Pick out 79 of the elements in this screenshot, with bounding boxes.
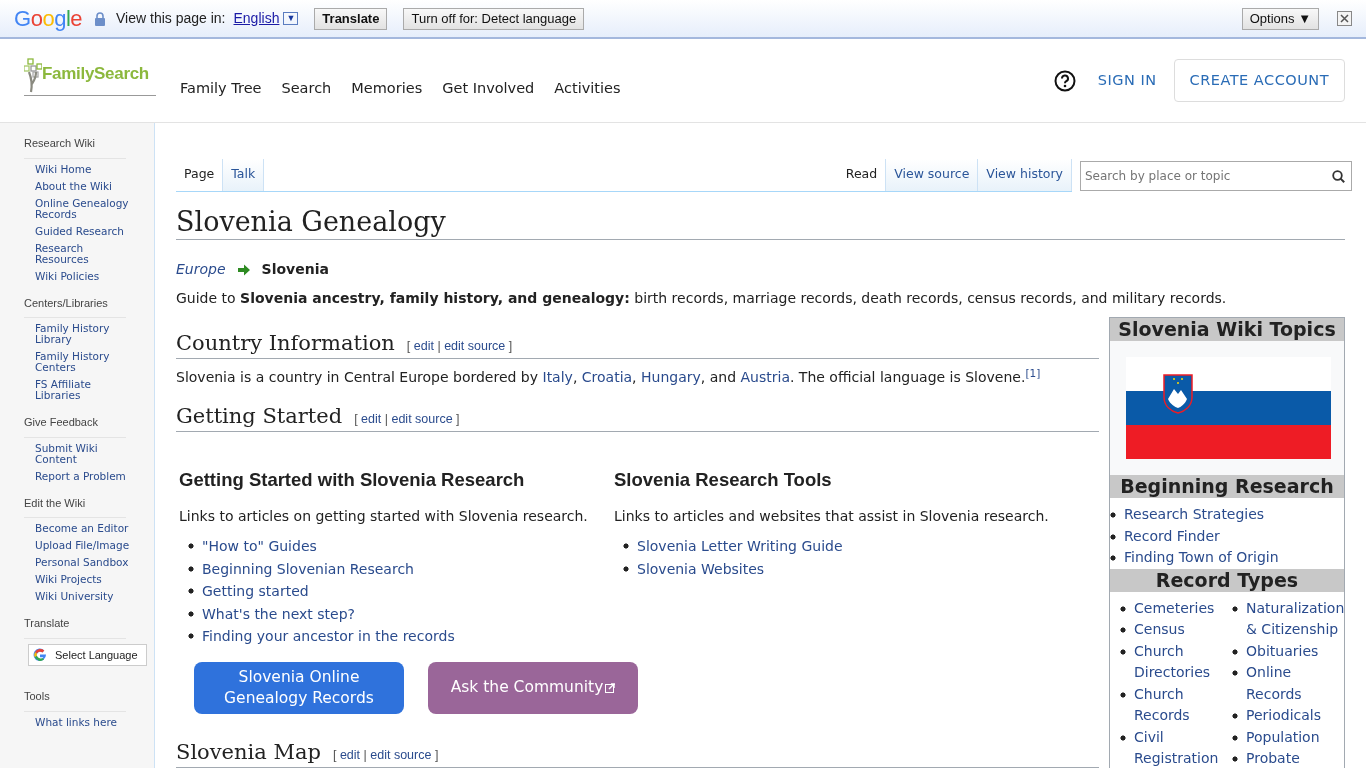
sidebar-link[interactable]: What links here — [35, 716, 133, 728]
edit-link[interactable]: edit source — [370, 747, 432, 762]
edit-link[interactable]: edit source — [444, 339, 506, 354]
nav-link[interactable]: Memories — [351, 77, 423, 100]
page-tab[interactable]: View source — [886, 159, 979, 191]
google-logo: Google — [14, 5, 82, 33]
sidebar-link[interactable]: FS Affiliate Libraries — [35, 379, 133, 401]
nav-link[interactable]: Activities — [554, 77, 621, 100]
column-heading: Getting Started with Slovenia Research — [179, 468, 526, 493]
text-link[interactable]: Croatia — [581, 369, 633, 386]
sidebar-link[interactable]: Wiki Home — [35, 163, 133, 175]
sidebar-heading: Translate — [24, 615, 126, 639]
nav-link[interactable]: Get Involved — [442, 77, 535, 100]
sidebar-link[interactable]: Family History Library — [35, 323, 133, 345]
search-field[interactable]: Search by place or topic — [1080, 161, 1352, 191]
sidebar-link[interactable]: Research Resources — [35, 242, 133, 265]
create-account-button[interactable]: CREATE ACCOUNT — [1173, 58, 1345, 103]
sidebar-link[interactable]: Wiki Policies — [35, 270, 133, 282]
search-icon[interactable] — [1332, 170, 1345, 183]
reference-link[interactable]: [1] — [1025, 367, 1041, 380]
infobox-heading: Record Types — [1110, 568, 1344, 592]
edit-link[interactable]: edit — [361, 412, 382, 427]
edit-links: [ edit | edit source ] — [406, 338, 513, 356]
text-link[interactable]: Italy — [542, 369, 573, 386]
arrow-icon — [237, 263, 250, 276]
sidebar-heading: Centers/Libraries — [24, 294, 126, 318]
page-tab[interactable]: View history — [978, 159, 1072, 191]
column-text: Links to articles on getting started with Slovenia research. — [179, 507, 589, 527]
edit-links: [ edit | edit source ] — [332, 746, 439, 764]
text-link[interactable]: Hungary — [641, 369, 701, 386]
help-icon[interactable] — [1053, 69, 1076, 92]
sidebar-link[interactable]: Wiki University — [35, 591, 133, 602]
nav-link[interactable]: Search — [281, 77, 332, 100]
sign-in-link[interactable]: SIGN IN — [1097, 69, 1157, 92]
text-link[interactable]: Austria — [740, 369, 790, 386]
google-icon — [33, 647, 47, 662]
section-heading: Country Information — [176, 331, 395, 357]
edit-link[interactable]: edit source — [391, 412, 453, 427]
column-text: Links to articles and websites that assist in Slovenia research. — [614, 507, 1050, 527]
sidebar-link[interactable]: Submit Wiki Content — [35, 442, 133, 465]
sidebar-heading: Edit the Wiki — [24, 494, 126, 518]
intro-text: Guide to Slovenia ancestry, family history, and genealogy: birth records, marriage records, death records, census records, and military records. — [176, 289, 1228, 309]
sidebar-heading: Research Wiki — [24, 135, 126, 159]
infobox-heading: Beginning Research — [1110, 475, 1344, 499]
sidebar-heading: Give Feedback — [24, 414, 126, 438]
body-text: Slovenia is a country in Central Europe bordered by Italy, Croatia, Hungary, and Austria. The official language is Slovene.$^{[1]}$ — [176, 367, 1042, 388]
breadcrumb-current: Slovenia — [261, 260, 329, 280]
section-heading: Getting Started — [176, 404, 343, 430]
edit-link[interactable]: edit — [413, 339, 434, 354]
sidebar-link[interactable]: Wiki Projects — [35, 574, 133, 585]
lock-icon — [94, 11, 106, 26]
language-select[interactable]: Select Language — [28, 643, 147, 666]
close-icon[interactable] — [1337, 11, 1352, 26]
sidebar-link[interactable]: Online Genealogy Records — [35, 197, 133, 220]
sidebar-link[interactable]: Personal Sandbox — [35, 557, 133, 568]
link-button[interactable]: Slovenia Online Genealogy Records — [194, 661, 404, 714]
options-button[interactable]: Options ▼ — [1241, 7, 1319, 30]
sidebar-link[interactable]: Report a Problem — [35, 470, 133, 482]
sidebar-heading: Tools — [24, 688, 126, 712]
translate-label: View this page in: — [116, 9, 226, 28]
page-tab[interactable]: Talk — [223, 159, 265, 191]
page-title: Slovenia Genealogy — [176, 192, 1345, 241]
link-button[interactable]: Ask the Community — [428, 661, 638, 714]
nav-link[interactable]: Family Tree — [180, 77, 262, 100]
infobox-title: Slovenia Wiki Topics — [1110, 318, 1344, 342]
edit-links: [ edit | edit source ] — [354, 411, 460, 429]
edit-link[interactable]: edit — [339, 747, 361, 762]
column-heading: Slovenia Research Tools — [614, 468, 833, 493]
language-dropdown[interactable]: ▼ — [283, 12, 299, 25]
turn-off-button[interactable]: Turn off for: Detect language — [403, 7, 585, 30]
sidebar-link[interactable]: About the Wiki — [35, 180, 133, 192]
sidebar-link[interactable]: Become an Editor — [35, 523, 133, 534]
sidebar-link[interactable]: Family History Centers — [35, 351, 133, 373]
translate-button[interactable]: Translate — [314, 7, 388, 30]
sidebar-link[interactable]: Guided Research — [35, 225, 133, 237]
breadcrumb-link[interactable]: Europe — [176, 259, 226, 281]
language-link[interactable]: English — [233, 8, 280, 29]
section-heading: Slovenia Map — [176, 739, 321, 765]
sidebar-link[interactable]: Upload File/Image — [35, 540, 133, 551]
